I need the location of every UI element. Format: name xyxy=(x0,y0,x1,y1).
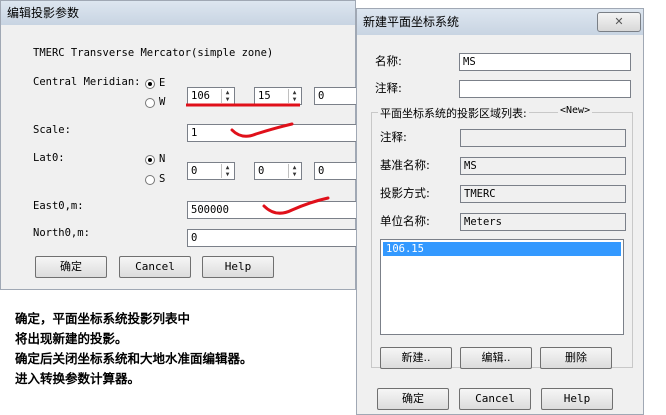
spinner-icon[interactable]: ▲ ▼ xyxy=(288,89,300,103)
lat0-north-radio[interactable] xyxy=(145,155,155,165)
new-plane-coordinate-title: 新建平面坐标系统 xyxy=(363,15,460,29)
instruction-line: 将出现新建的投影。 xyxy=(15,331,128,346)
lat0-south-label: S xyxy=(159,173,166,185)
help-button[interactable]: Help xyxy=(202,256,274,278)
close-icon[interactable]: ✕ xyxy=(597,12,641,32)
instruction-line: 进入转换参数计算器。 xyxy=(15,371,141,386)
projection-list[interactable]: 106.15 xyxy=(380,239,624,335)
north0-label: North0,m: xyxy=(33,227,90,239)
central-meridian-east-radio[interactable] xyxy=(145,79,155,89)
name-label: 名称: xyxy=(375,54,402,68)
lat0-degrees-value: 0 xyxy=(191,165,198,177)
east0-input[interactable]: 500000 xyxy=(187,201,359,219)
lat0-north-label: N xyxy=(159,153,166,165)
edit-projection-dialog: 编辑投影参数 TMERC Transverse Mercator(simple … xyxy=(0,0,359,290)
spinner-icon[interactable]: ▲ ▼ xyxy=(221,89,233,103)
instruction-line: 确定后关闭坐标系统和大地水准面编辑器。 xyxy=(15,351,253,366)
new-tag: <New> xyxy=(558,105,593,116)
spinner-icon[interactable]: ▲ ▼ xyxy=(221,164,233,178)
lat0-minutes-value: 0 xyxy=(258,165,265,177)
projection-region-group: 平面坐标系统的投影区域列表: <New> 注释: 基准名称: MS 投影方式: … xyxy=(371,105,633,369)
scale-input[interactable]: 1 xyxy=(187,124,359,142)
central-meridian-minutes-input[interactable]: 15 ▲ ▼ xyxy=(254,87,302,105)
instruction-line: 确定，平面坐标系统投影列表中 xyxy=(15,311,191,326)
unit-name-label: 单位名称: xyxy=(380,214,430,228)
new-projection-button[interactable]: 新建.. xyxy=(380,347,452,369)
central-meridian-west-label: W xyxy=(159,96,166,108)
east0-label: East0,m: xyxy=(33,200,84,212)
datum-name-label: 基准名称: xyxy=(380,158,430,172)
lat0-label: Lat0: xyxy=(33,152,65,164)
central-meridian-label: Central Meridian: xyxy=(33,76,141,88)
unit-name-field: Meters xyxy=(460,213,626,231)
projection-header: TMERC Transverse Mercator(simple zone) xyxy=(33,47,274,59)
central-meridian-east-label: E xyxy=(159,77,166,89)
central-meridian-degrees-input[interactable]: 106 ▲ ▼ xyxy=(187,87,235,105)
new-plane-coordinate-dialog: 新建平面坐标系统 ✕ 名称: MS 注释: 平面坐标系统的投影区域列表: <Ne… xyxy=(356,8,644,415)
lat0-seconds-input[interactable]: 0 xyxy=(314,162,359,180)
comment-input[interactable] xyxy=(459,80,631,98)
help-button[interactable]: Help xyxy=(541,388,613,410)
central-meridian-degrees-value: 106 xyxy=(191,90,210,102)
north0-input[interactable]: 0 xyxy=(187,229,359,247)
ok-button[interactable]: 确定 xyxy=(35,256,107,278)
ok-button[interactable]: 确定 xyxy=(377,388,449,410)
projection-method-field: TMERC xyxy=(460,185,626,203)
lat0-south-radio[interactable] xyxy=(145,175,155,185)
new-plane-coordinate-titlebar: 新建平面坐标系统 ✕ xyxy=(357,9,643,35)
datum-name-field: MS xyxy=(460,157,626,175)
cancel-button[interactable]: Cancel xyxy=(119,256,191,278)
lat0-minutes-input[interactable]: 0 ▲ ▼ xyxy=(254,162,302,180)
edit-projection-titlebar: 编辑投影参数 xyxy=(1,1,355,25)
cancel-button[interactable]: Cancel xyxy=(459,388,531,410)
comment-label: 注释: xyxy=(375,81,402,95)
projection-method-label: 投影方式: xyxy=(380,186,430,200)
group-comment-field xyxy=(460,129,626,147)
central-meridian-west-radio[interactable] xyxy=(145,98,155,108)
scale-label: Scale: xyxy=(33,124,71,136)
group-comment-label: 注释: xyxy=(380,130,407,144)
central-meridian-seconds-input[interactable]: 0 xyxy=(314,87,359,105)
edit-projection-button[interactable]: 编辑.. xyxy=(460,347,532,369)
list-item[interactable]: 106.15 xyxy=(383,242,621,256)
delete-projection-button[interactable]: 删除 xyxy=(540,347,612,369)
name-input[interactable]: MS xyxy=(459,53,631,71)
spinner-icon[interactable]: ▲ ▼ xyxy=(288,164,300,178)
edit-projection-title: 编辑投影参数 xyxy=(7,6,80,20)
central-meridian-minutes-value: 15 xyxy=(258,90,271,102)
projection-region-legend: 平面坐标系统的投影区域列表: xyxy=(378,105,529,121)
lat0-degrees-input[interactable]: 0 ▲ ▼ xyxy=(187,162,235,180)
